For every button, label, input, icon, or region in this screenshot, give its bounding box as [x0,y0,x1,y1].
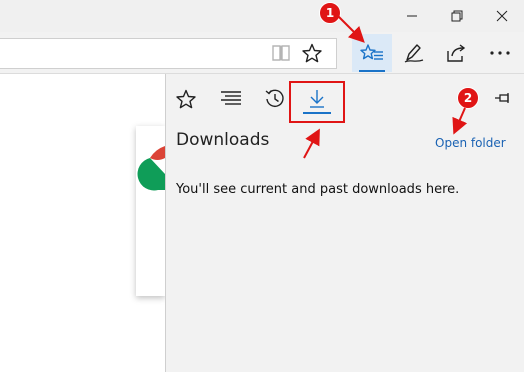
arrow-to-hub [335,13,365,43]
annotation-arrows [303,13,468,159]
arrow-to-downloads-tab [303,128,320,159]
arrow-to-open-folder [452,107,468,135]
